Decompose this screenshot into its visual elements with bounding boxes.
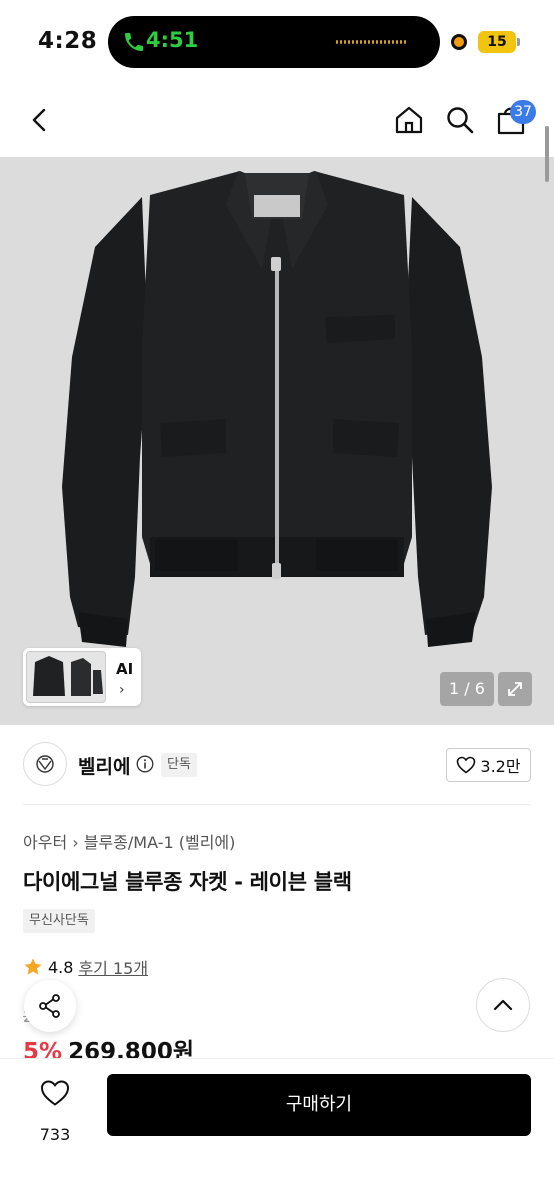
- phone-icon: [125, 33, 143, 51]
- battery-level: 15: [478, 31, 516, 53]
- buy-button[interactable]: 구매하기: [107, 1074, 531, 1136]
- status-bar: 4:28 4:51 15: [0, 0, 554, 84]
- brand-like-count: 3.2만: [480, 757, 521, 776]
- image-pager: 1 / 6: [440, 672, 494, 706]
- recording-dot-icon: [451, 34, 467, 50]
- scroll-indicator: [545, 126, 549, 182]
- scroll-top-button[interactable]: [476, 978, 530, 1032]
- top-nav: [0, 94, 554, 146]
- expand-icon: [508, 682, 522, 696]
- ai-label: AI: [116, 660, 134, 678]
- thumbnail-image: [26, 651, 106, 703]
- audio-wave-icon: [336, 38, 408, 46]
- heart-icon: [40, 1080, 70, 1106]
- rating-value: 4.8: [48, 957, 74, 977]
- product-title: 다이에그널 블루종 자켓 - 레이븐 블랙: [23, 870, 352, 894]
- dynamic-island[interactable]: 4:51: [108, 16, 440, 68]
- clock: 4:28: [38, 28, 98, 54]
- exclusive-badge: 단독: [161, 753, 197, 777]
- cart-count-badge: 37: [510, 100, 536, 124]
- call-duration: 4:51: [146, 28, 199, 52]
- share-button[interactable]: [24, 980, 76, 1032]
- expand-button[interactable]: [498, 672, 532, 706]
- share-icon: [39, 994, 60, 1018]
- back-button[interactable]: [20, 94, 60, 146]
- chevron-up-icon: [493, 999, 513, 1011]
- favorite-count: 733: [39, 1125, 71, 1144]
- battery-tip: [517, 38, 520, 46]
- breadcrumb-item[interactable]: 아우터: [23, 833, 67, 852]
- breadcrumb-item[interactable]: 블루종/MA-1 (벨리에): [84, 833, 236, 852]
- product-image-gallery[interactable]: [0, 157, 554, 725]
- search-button[interactable]: [440, 94, 480, 146]
- jacket-thumbnail: [33, 656, 103, 696]
- search-icon: [447, 107, 474, 134]
- musinsa-exclusive-tag: 무신사단독: [23, 909, 95, 933]
- star-icon: [24, 958, 42, 975]
- divider: [23, 804, 530, 805]
- home-button[interactable]: [389, 94, 429, 146]
- breadcrumb: 아우터 › 블루종/MA-1 (벨리에): [23, 829, 235, 853]
- review-count-link[interactable]: 후기 15개: [78, 955, 148, 979]
- brand-like-button[interactable]: 3.2만: [446, 748, 531, 782]
- home-icon: [395, 106, 423, 134]
- ai-similar-products-card[interactable]: AI ›: [23, 648, 141, 706]
- info-icon[interactable]: [136, 755, 154, 773]
- heart-icon: [457, 756, 476, 774]
- brand-logo-icon: [36, 755, 54, 773]
- brand-logo[interactable]: [23, 742, 67, 786]
- jacket-image: [62, 171, 492, 647]
- breadcrumb-separator-icon: ›: [72, 833, 84, 852]
- chevron-right-icon: ›: [119, 682, 125, 698]
- chevron-left-icon: [32, 108, 46, 132]
- favorite-button[interactable]: 733: [22, 1075, 88, 1144]
- bottom-action-bar: 733 구매하기: [0, 1058, 554, 1200]
- rating-row: 4.8 후기 15개: [23, 955, 148, 979]
- brand-name[interactable]: 벨리에: [78, 752, 130, 779]
